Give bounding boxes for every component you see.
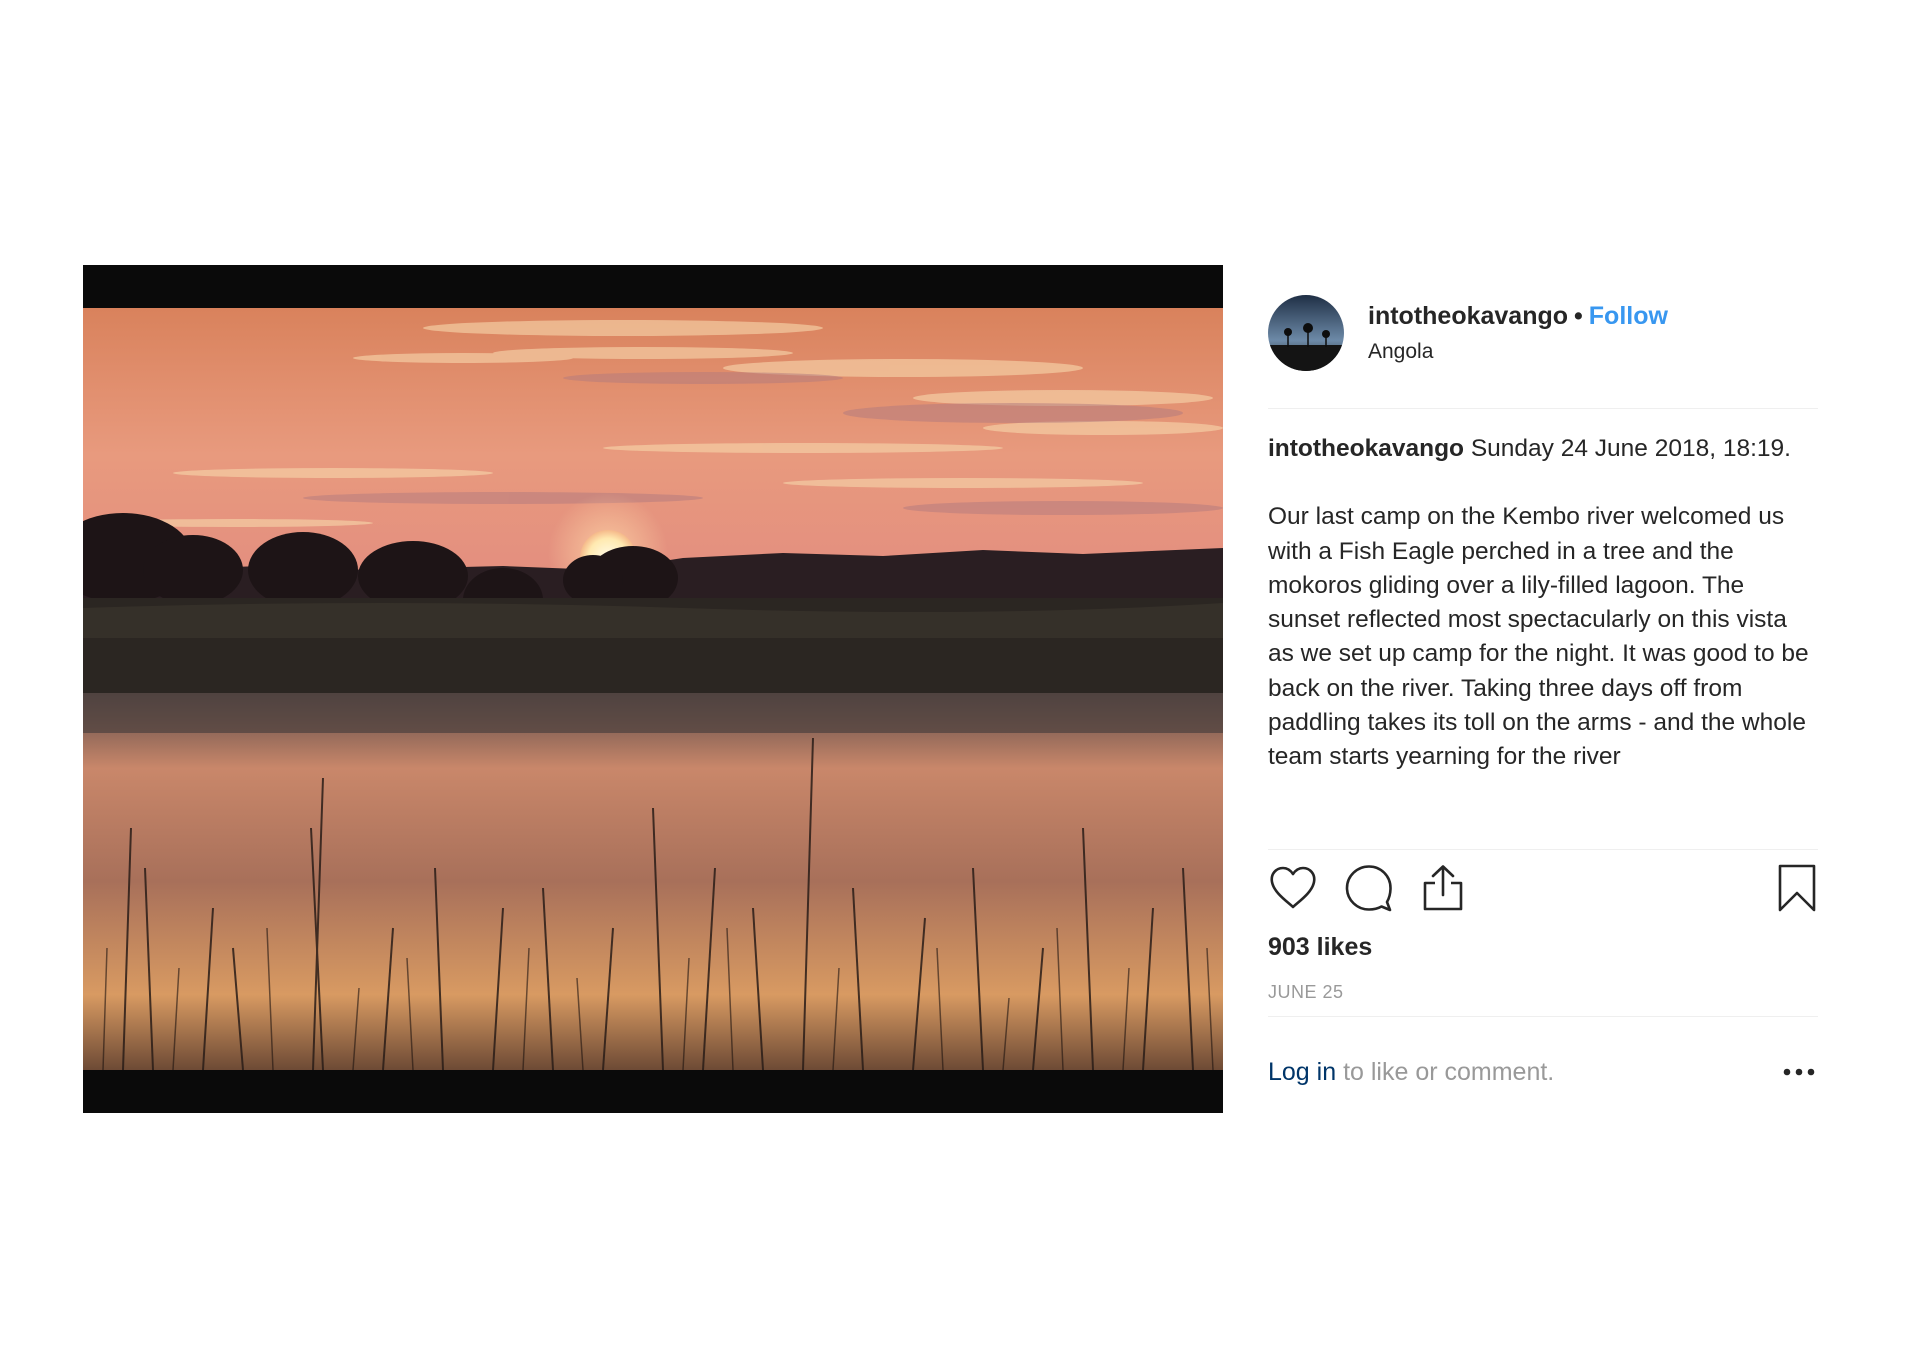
- header-line: intotheokavango • Follow: [1368, 301, 1668, 331]
- like-button[interactable]: [1268, 863, 1318, 913]
- username-link[interactable]: intotheokavango: [1368, 302, 1568, 330]
- separator-dot: •: [1574, 302, 1583, 330]
- login-prompt: Log in to like or comment.: [1268, 1055, 1818, 1091]
- caption-divider: [1268, 849, 1818, 850]
- share-button[interactable]: [1418, 863, 1468, 913]
- post-side-panel: intotheokavango • Follow Angola intotheoka…: [1268, 265, 1818, 1113]
- more-options-button[interactable]: [1782, 1065, 1816, 1079]
- post-date[interactable]: JUNE 25: [1268, 981, 1344, 1003]
- likes-count[interactable]: 903 likes: [1268, 932, 1372, 962]
- bookmark-icon: [1778, 864, 1816, 912]
- avatar[interactable]: [1268, 295, 1344, 371]
- caption-body: Our last camp on the Kembo river welcome…: [1268, 503, 1809, 771]
- more-options-icon: [1783, 1068, 1815, 1076]
- login-link[interactable]: Log in: [1268, 1058, 1336, 1086]
- header-divider: [1268, 408, 1818, 409]
- post-header: intotheokavango • Follow Angola: [1268, 295, 1818, 373]
- save-button[interactable]: [1772, 863, 1822, 913]
- action-bar: [1268, 863, 1818, 915]
- location-link[interactable]: Angola: [1368, 339, 1433, 365]
- caption-date-text: Sunday 24 June 2018, 18:19.: [1470, 435, 1791, 462]
- login-prompt-text: to like or comment.: [1336, 1058, 1555, 1086]
- follow-button[interactable]: Follow: [1589, 302, 1668, 330]
- post-photo-sunset-lagoon: [83, 308, 1223, 1070]
- caption-username-link[interactable]: intotheokavango: [1268, 435, 1464, 462]
- heart-icon: [1270, 866, 1316, 909]
- post-media[interactable]: [83, 265, 1223, 1113]
- comment-icon: [1345, 865, 1392, 912]
- footer-divider: [1268, 1016, 1818, 1017]
- post-caption: intotheokavango Sunday 24 June 2018, 18:…: [1268, 432, 1818, 842]
- share-icon: [1423, 865, 1463, 911]
- caption-header: intotheokavango Sunday 24 June 2018, 18:…: [1268, 432, 1818, 466]
- instagram-post-page: intotheokavango • Follow Angola intotheoka…: [0, 0, 1920, 1358]
- avatar-image: [1268, 295, 1344, 371]
- comment-button[interactable]: [1343, 863, 1393, 913]
